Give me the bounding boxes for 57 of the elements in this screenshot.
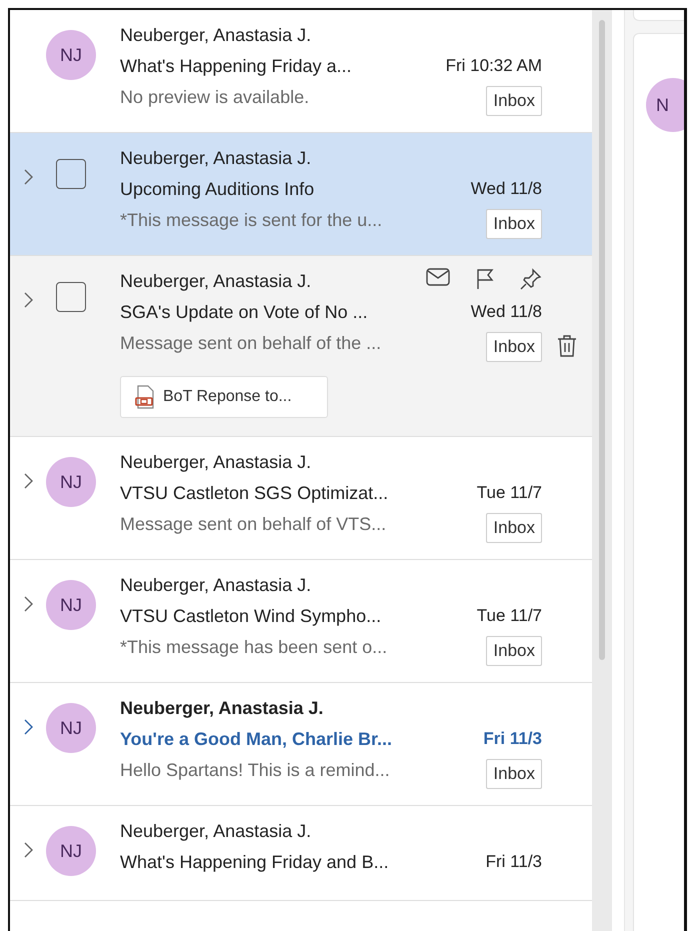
subject: VTSU Castleton SGS Optimizat... xyxy=(120,482,388,504)
subject: VTSU Castleton Wind Sympho... xyxy=(120,605,382,627)
preview-text: *This message is sent for the u... xyxy=(120,209,382,231)
subject: What's Happening Friday and B... xyxy=(120,851,389,873)
preview-text: Hello Spartans! This is a remind... xyxy=(120,759,390,781)
sender-name: Neuberger, Anastasia J. xyxy=(120,820,312,842)
preview-text: *This message has been sent o... xyxy=(120,636,388,658)
preview-text: Message sent on behalf of VTS... xyxy=(120,513,386,535)
date-label: Wed 11/8 xyxy=(470,178,542,200)
sender-name: Neuberger, Anastasia J. xyxy=(120,270,312,292)
date-label: Tue 11/7 xyxy=(476,482,542,504)
avatar: NJ xyxy=(46,30,96,80)
folder-tag: Inbox xyxy=(486,86,542,116)
trash-icon[interactable] xyxy=(557,334,577,358)
avatar: N xyxy=(646,78,684,132)
pin-icon[interactable] xyxy=(520,268,542,290)
scrollbar-thumb[interactable] xyxy=(599,20,605,660)
avatar: NJ xyxy=(46,580,96,630)
checkbox[interactable] xyxy=(56,159,86,189)
date-label: Fri 10:32 AM xyxy=(446,55,542,77)
subject: Upcoming Auditions Info xyxy=(120,178,314,200)
subject: You're a Good Man, Charlie Br... xyxy=(120,728,392,750)
subject: What's Happening Friday a... xyxy=(120,55,352,77)
message-row[interactable]: Neuberger, Anastasia J. SGA's Update on Vote of No ... Message sent on behalf of the ... Wed 11/8 Inbox BoT Reponse to... xyxy=(10,256,592,437)
folder-tag: Inbox xyxy=(486,636,542,666)
date-label: Fri 11/3 xyxy=(486,851,542,873)
chevron-icon[interactable] xyxy=(24,473,32,489)
message-row[interactable]: Neuberger, Anastasia J. Upcoming Auditions Info *This message is sent for the u... Wed 11/8 Inbox xyxy=(10,133,592,256)
chevron-icon[interactable] xyxy=(24,169,32,185)
chevron-icon[interactable] xyxy=(24,842,32,858)
attachment-name: BoT Reponse to... xyxy=(163,388,292,406)
sender-name: Neuberger, Anastasia J. xyxy=(120,147,312,169)
avatar: NJ xyxy=(46,826,96,876)
chevron-icon[interactable] xyxy=(24,596,32,612)
preview-text: Message sent on behalf of the ... xyxy=(120,332,382,354)
folder-tag: Inbox xyxy=(486,332,542,362)
folder-tag: Inbox xyxy=(486,513,542,543)
envelope-icon[interactable] xyxy=(426,268,450,286)
date-label: Wed 11/8 xyxy=(470,301,542,323)
date-label: Fri 11/3 xyxy=(483,728,542,750)
avatar: NJ xyxy=(46,457,96,507)
folder-tag: Inbox xyxy=(486,759,542,789)
document-icon xyxy=(135,385,155,409)
date-label: Tue 11/7 xyxy=(476,605,542,627)
sender-name: Neuberger, Anastasia J. xyxy=(120,24,312,46)
chevron-icon[interactable] xyxy=(24,719,32,735)
chevron-icon[interactable] xyxy=(24,292,32,308)
attachment-chip[interactable]: BoT Reponse to... xyxy=(120,376,328,418)
sender-name: Neuberger, Anastasia J. xyxy=(120,451,312,473)
flag-icon[interactable] xyxy=(476,268,494,290)
checkbox[interactable] xyxy=(56,282,86,312)
sender-name: Neuberger, Anastasia J. xyxy=(120,574,312,596)
sender-name: Neuberger, Anastasia J. xyxy=(120,697,324,719)
avatar: NJ xyxy=(46,703,96,753)
subject: SGA's Update on Vote of No ... xyxy=(120,301,368,323)
folder-tag: Inbox xyxy=(486,209,542,239)
preview-text: No preview is available. xyxy=(120,86,310,108)
